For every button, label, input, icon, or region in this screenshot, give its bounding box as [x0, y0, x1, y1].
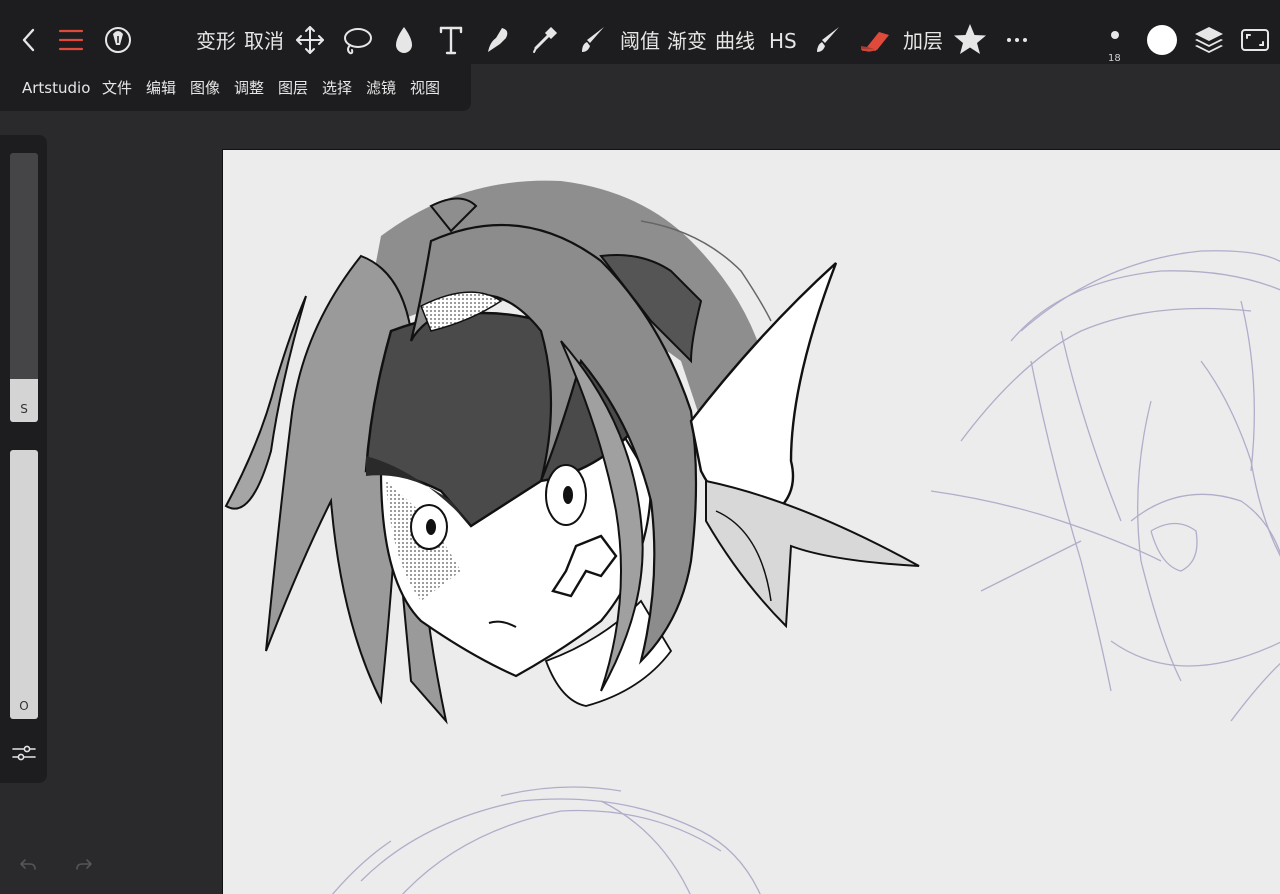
menu-edit[interactable]: 编辑 [146, 78, 176, 98]
brush-opacity-slider-label: O [19, 699, 29, 713]
eyedropper-icon[interactable] [529, 16, 561, 64]
menu-artstudio[interactable]: Artstudio [22, 78, 90, 98]
menu-icon[interactable] [56, 16, 86, 64]
lasso-icon[interactable] [340, 16, 374, 64]
text-icon[interactable] [436, 16, 466, 64]
menu-view[interactable]: 视图 [410, 78, 440, 98]
smudge-icon[interactable] [482, 16, 512, 64]
redo-icon[interactable] [75, 856, 93, 879]
top-toolbar: 变形 取消 阈值 渐变 曲线 HS 加层 18 [0, 0, 1280, 64]
star-icon[interactable] [952, 16, 988, 64]
undo-icon[interactable] [19, 856, 37, 879]
brush-icon[interactable] [576, 16, 608, 64]
pencil-icon[interactable] [812, 16, 844, 64]
cancel-button[interactable]: 取消 [244, 27, 284, 55]
layers-icon[interactable] [1192, 16, 1226, 64]
menu-select[interactable]: 选择 [322, 78, 352, 98]
gradient-button[interactable]: 渐变 [667, 27, 707, 55]
transform-button[interactable]: 变形 [196, 27, 236, 55]
brush-slider-panel: S O [0, 135, 47, 783]
move-icon[interactable] [293, 16, 327, 64]
curves-button[interactable]: 曲线 [715, 27, 755, 55]
menu-adjust[interactable]: 调整 [234, 78, 264, 98]
eraser-icon[interactable] [858, 16, 892, 64]
more-icon[interactable] [1002, 16, 1032, 64]
menu-image[interactable]: 图像 [190, 78, 220, 98]
brush-size-label: 18 [1108, 53, 1121, 64]
brush-size-slider[interactable]: S [10, 153, 38, 422]
water-drop-icon[interactable] [390, 16, 418, 64]
hs-button[interactable]: HS [769, 27, 797, 55]
artwork-illustration [224, 180, 1280, 894]
brush-opacity-slider[interactable]: O [10, 450, 38, 719]
back-icon[interactable] [14, 16, 44, 64]
artstudio-app: 变形 取消 阈值 渐变 曲线 HS 加层 18 Artstudio 文件 编辑 … [0, 0, 1280, 894]
pen-nib-icon[interactable] [102, 16, 134, 64]
threshold-button[interactable]: 阈值 [620, 27, 660, 55]
slider-settings-icon[interactable] [10, 741, 38, 765]
drawing-canvas[interactable] [222, 149, 1280, 894]
color-swatch-icon[interactable] [1144, 16, 1180, 64]
menu-layer[interactable]: 图层 [278, 78, 308, 98]
fullscreen-icon[interactable] [1238, 16, 1272, 64]
menu-file[interactable]: 文件 [102, 78, 132, 98]
menu-filter[interactable]: 滤镜 [366, 78, 396, 98]
brush-size-slider-label: S [20, 402, 28, 416]
add-layer-button[interactable]: 加层 [903, 27, 943, 55]
